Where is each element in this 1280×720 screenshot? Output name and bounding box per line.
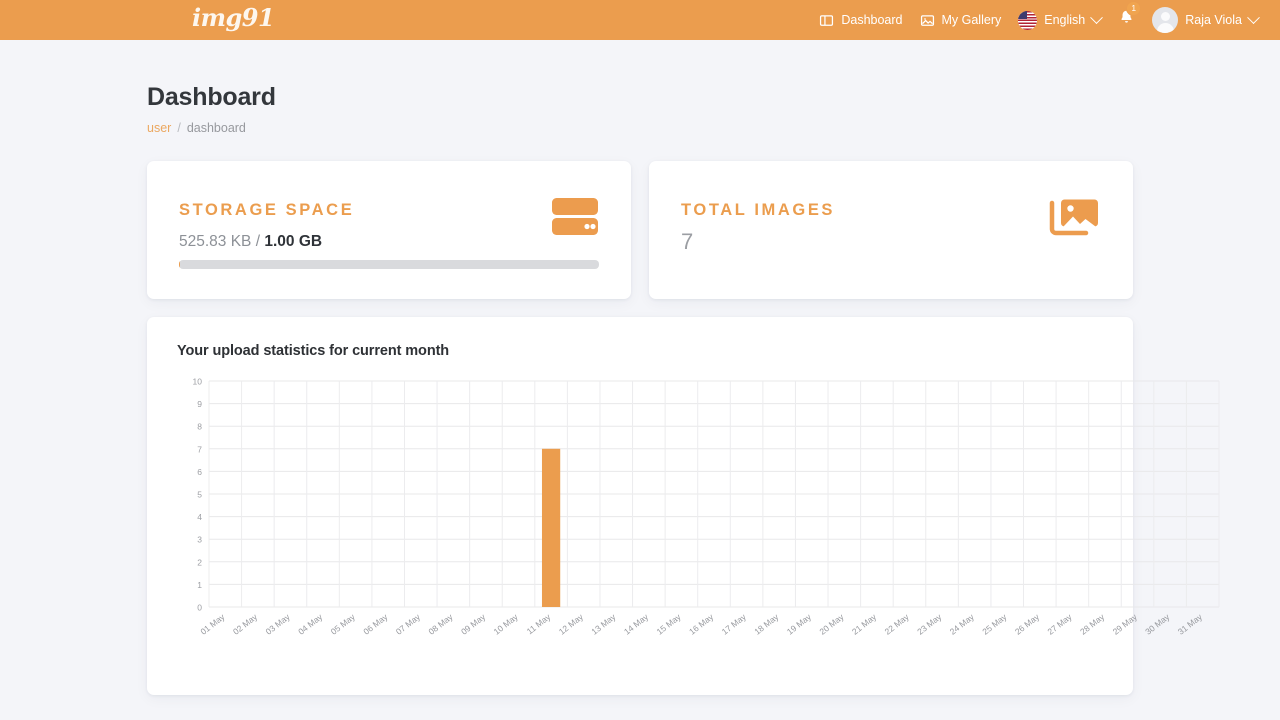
svg-text:26 May: 26 May — [1013, 611, 1042, 637]
svg-text:21 May: 21 May — [850, 611, 879, 637]
nav-item-dashboard[interactable]: Dashboard — [819, 13, 903, 28]
svg-text:11 May: 11 May — [525, 611, 553, 636]
upload-statistics-chart[interactable]: 0 1 2 3 4 5 6 7 8 9 10 01 May 02 May 03 May 04 May 05 M… — [177, 375, 1220, 675]
bar-chart-svg[interactable]: 0 1 2 3 4 5 6 7 8 9 10 01 May 02 May 03 May 04 May 05 M… — [177, 375, 1237, 665]
svg-text:1: 1 — [197, 580, 202, 590]
storage-divider: / — [255, 233, 261, 250]
brand-logo[interactable]: img91 — [192, 6, 275, 34]
gallery-icon — [920, 13, 935, 28]
storage-space-title: STORAGE SPACE — [179, 201, 355, 219]
user-name-label: Raja Viola — [1185, 13, 1242, 27]
svg-text:0: 0 — [197, 603, 202, 613]
svg-text:16 May: 16 May — [687, 611, 716, 637]
svg-text:10 May: 10 May — [492, 611, 521, 637]
total-images-count: 7 — [681, 229, 694, 254]
svg-text:5: 5 — [197, 490, 202, 500]
svg-text:6: 6 — [197, 467, 202, 477]
language-selector[interactable]: English — [1018, 10, 1104, 30]
storage-used: 525.83 KB — [179, 233, 252, 250]
hard-drive-icon — [551, 197, 599, 242]
stat-cards-row: STORAGE SPACE 525.83 KB / 1.00 GB TOTAL … — [147, 161, 1133, 299]
svg-text:17 May: 17 May — [720, 611, 749, 637]
svg-text:20 May: 20 May — [817, 611, 846, 637]
breadcrumb: user / dashboard — [147, 121, 1133, 135]
svg-text:7: 7 — [197, 444, 202, 454]
total-images-title: TOTAL IMAGES — [681, 201, 836, 219]
svg-text:3: 3 — [197, 535, 202, 545]
svg-text:12 May: 12 May — [557, 611, 586, 637]
storage-space-card: STORAGE SPACE 525.83 KB / 1.00 GB — [147, 161, 631, 299]
breadcrumb-link-user[interactable]: user — [147, 121, 171, 135]
chevron-down-icon — [1247, 10, 1260, 24]
chevron-down-icon — [1090, 10, 1104, 24]
svg-text:23 May: 23 May — [915, 611, 944, 637]
navbar-right-group: Dashboard My Gallery English 1 Raja Viol… — [819, 1, 1260, 33]
svg-text:02 May: 02 May — [231, 611, 260, 637]
top-navbar: img91 Dashboard My Gallery English 1 Raj… — [0, 0, 1280, 40]
nav-item-dashboard-label: Dashboard — [841, 13, 903, 27]
dashboard-icon — [819, 13, 834, 28]
svg-text:29 May: 29 May — [1111, 611, 1140, 637]
storage-space-value: 525.83 KB / 1.00 GB — [179, 233, 599, 251]
breadcrumb-separator: / — [177, 121, 181, 135]
svg-text:08 May: 08 May — [426, 611, 455, 637]
svg-text:04 May: 04 May — [296, 611, 325, 637]
page-title: Dashboard — [147, 83, 276, 111]
svg-text:9: 9 — [197, 399, 202, 409]
svg-text:30 May: 30 May — [1143, 611, 1172, 637]
avatar — [1152, 7, 1179, 33]
user-menu[interactable]: Raja Viola — [1152, 7, 1260, 33]
notifications-button[interactable]: 1 — [1118, 1, 1142, 31]
breadcrumb-current: dashboard — [186, 121, 246, 135]
svg-text:24 May: 24 May — [948, 611, 977, 637]
svg-text:8: 8 — [197, 422, 202, 432]
nav-item-my-gallery-label: My Gallery — [941, 13, 1002, 27]
upload-statistics-card: Your upload statistics for current month… — [147, 317, 1220, 695]
svg-text:25 May: 25 May — [980, 611, 1009, 637]
svg-text:05 May: 05 May — [329, 611, 358, 637]
chart-title: Your upload statistics for current month — [177, 343, 450, 359]
language-label: English — [1044, 13, 1086, 27]
images-icon — [1047, 197, 1101, 244]
svg-text:18 May: 18 May — [752, 611, 781, 637]
svg-text:31 May: 31 May — [1176, 611, 1205, 637]
svg-text:22 May: 22 May — [883, 611, 912, 637]
svg-text:14 May: 14 May — [622, 611, 651, 637]
svg-text:27 May: 27 May — [1045, 611, 1074, 637]
svg-text:06 May: 06 May — [361, 611, 390, 637]
svg-text:4: 4 — [197, 512, 202, 522]
svg-text:28 May: 28 May — [1078, 611, 1107, 637]
svg-text:19 May: 19 May — [785, 611, 814, 637]
svg-text:03 May: 03 May — [264, 611, 293, 637]
storage-progress-bar — [179, 260, 599, 269]
page-content: Dashboard user / dashboard STORAGE SPACE… — [0, 40, 1280, 695]
svg-text:15 May: 15 May — [655, 611, 684, 637]
svg-text:10: 10 — [193, 377, 203, 387]
notification-badge: 1 — [1126, 1, 1142, 16]
svg-text:2: 2 — [197, 557, 202, 567]
svg-text:13 May: 13 May — [589, 611, 618, 637]
storage-total: 1.00 GB — [264, 233, 323, 250]
us-flag-icon — [1018, 10, 1038, 30]
svg-text:09 May: 09 May — [459, 611, 488, 637]
nav-item-my-gallery[interactable]: My Gallery — [920, 13, 1002, 28]
total-images-card: TOTAL IMAGES 7 — [649, 161, 1133, 299]
svg-text:01 May: 01 May — [198, 611, 227, 637]
svg-text:07 May: 07 May — [394, 611, 423, 637]
